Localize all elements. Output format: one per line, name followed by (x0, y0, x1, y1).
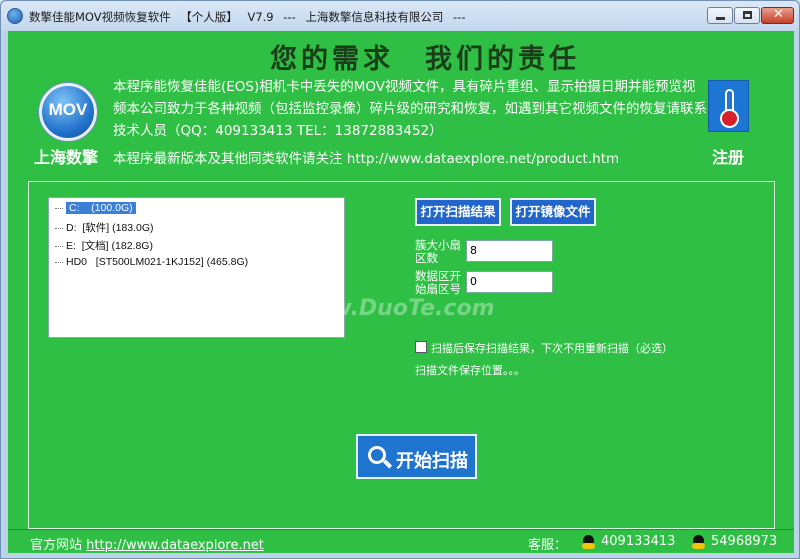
company-short-name: 上海数擎 (34, 148, 99, 167)
logo-text: MOV (48, 100, 88, 119)
drive-prefix: E: (66, 240, 76, 252)
maximize-icon (743, 11, 752, 19)
app-window: 数擎佳能MOV视频恢复软件 【个人版】 V7.9 --- 上海数擎信息科技有限公… (0, 0, 800, 559)
start-scan-button[interactable]: 开始扫描 (356, 434, 477, 479)
drive-item-hd0[interactable]: HD0 [ST500LM021-1KJ152] (465.8G) (55, 256, 248, 272)
drive-item-d[interactable]: D: [软件] (183.0G) (55, 220, 154, 236)
version-label: V7.9 (247, 10, 274, 24)
tree-connector (55, 207, 63, 209)
slogan: 您的需求 我们的责任 (270, 44, 580, 75)
edition-label: 【个人版】 (180, 10, 238, 24)
tree-connector (55, 227, 63, 229)
drive-prefix: D: (66, 222, 77, 234)
drive-prefix: HD0 (66, 256, 88, 268)
mov-logo: MOV (39, 83, 97, 141)
start-sector-input[interactable]: 0 (466, 271, 553, 293)
website-label: 官方网站 (30, 538, 83, 553)
save-path-hint[interactable]: 扫描文件保存位置。。。 (415, 362, 525, 378)
start-scan-label: 开始扫描 (396, 451, 468, 472)
title-separator-2: --- (453, 10, 466, 24)
max-cluster-label: 簇大小扇区数 (415, 238, 461, 265)
company-name: 上海数擎信息科技有限公司 (305, 10, 444, 24)
website-link[interactable]: http://www.dataexplore.net (86, 538, 264, 553)
start-sector-label: 数据区开始扇区号 (415, 269, 461, 296)
qq-icon-body (582, 543, 595, 549)
register-label[interactable]: 注册 (712, 144, 744, 168)
qq-icon (582, 535, 595, 550)
title-bar[interactable]: 数擎佳能MOV视频恢复软件 【个人版】 V7.9 --- 上海数擎信息科技有限公… (1, 1, 799, 31)
drive-text: C: (100.0G) (66, 202, 136, 214)
qq-number-2[interactable]: 54968973 (711, 534, 777, 549)
drive-label: [软件] (183.0G) (82, 222, 154, 234)
save-scan-label[interactable]: 扫描后保存扫描结果，下次不用重新扫描（必选） (431, 340, 673, 356)
title-separator: --- (283, 10, 296, 24)
minimize-button[interactable] (707, 7, 733, 24)
max-cluster-input[interactable]: 8 (466, 240, 553, 262)
register-button[interactable] (708, 80, 749, 132)
status-bar: 官方网站 http://www.dataexplore.net 客服： 4091… (8, 529, 794, 553)
save-scan-checkbox[interactable] (415, 341, 427, 353)
product-url-line: 本程序最新版本及其他同类软件请关注 http://www.dataexplore… (113, 151, 620, 167)
drive-label: [ST500LM021-1KJ152] (465.8G) (95, 256, 249, 268)
qq-icon (692, 535, 705, 550)
open-image-file-button[interactable]: 打开镜像文件 (510, 198, 596, 226)
app-icon (7, 8, 23, 24)
drive-label: (100.0G) (91, 202, 133, 214)
close-icon: ✕ (773, 7, 784, 22)
main-client-area: 您的需求 我们的责任 MOV 上海数擎 本程序能恢复佳能(EOS)相机卡中丢失的… (8, 31, 794, 553)
website-info: 官方网站 http://www.dataexplore.net (30, 534, 264, 553)
thermometer-bulb (720, 109, 739, 128)
drive-label: [文档] (182.8G) (81, 240, 153, 252)
tree-connector (55, 245, 63, 247)
close-button[interactable]: ✕ (761, 7, 794, 24)
window-title: 数擎佳能MOV视频恢复软件 【个人版】 V7.9 --- 上海数擎信息科技有限公… (29, 9, 471, 25)
app-name: 数擎佳能MOV视频恢复软件 (29, 10, 171, 24)
product-description: 本程序能恢复佳能(EOS)相机卡中丢失的MOV视频文件，具有碎片重组、显示拍摄日… (113, 79, 707, 139)
minimize-icon (716, 17, 725, 20)
tree-connector (55, 261, 63, 263)
qq-number-1[interactable]: 409133413 (601, 534, 675, 549)
maximize-button[interactable] (734, 7, 760, 24)
drive-prefix: C: (69, 202, 80, 214)
watermark: www.DuoTe.com (291, 296, 495, 321)
drive-item-e[interactable]: E: [文档] (182.8G) (55, 238, 153, 254)
drive-item-c[interactable]: C: (100.0G) (55, 202, 136, 218)
open-scan-result-button[interactable]: 打开扫描结果 (415, 198, 501, 226)
customer-service-label: 客服： (528, 538, 568, 553)
scan-panel: C: (100.0G) D: [软件] (183.0G) E: [文档] (18… (28, 181, 775, 529)
search-icon-handle (382, 459, 393, 469)
qq-icon-body (692, 543, 705, 549)
